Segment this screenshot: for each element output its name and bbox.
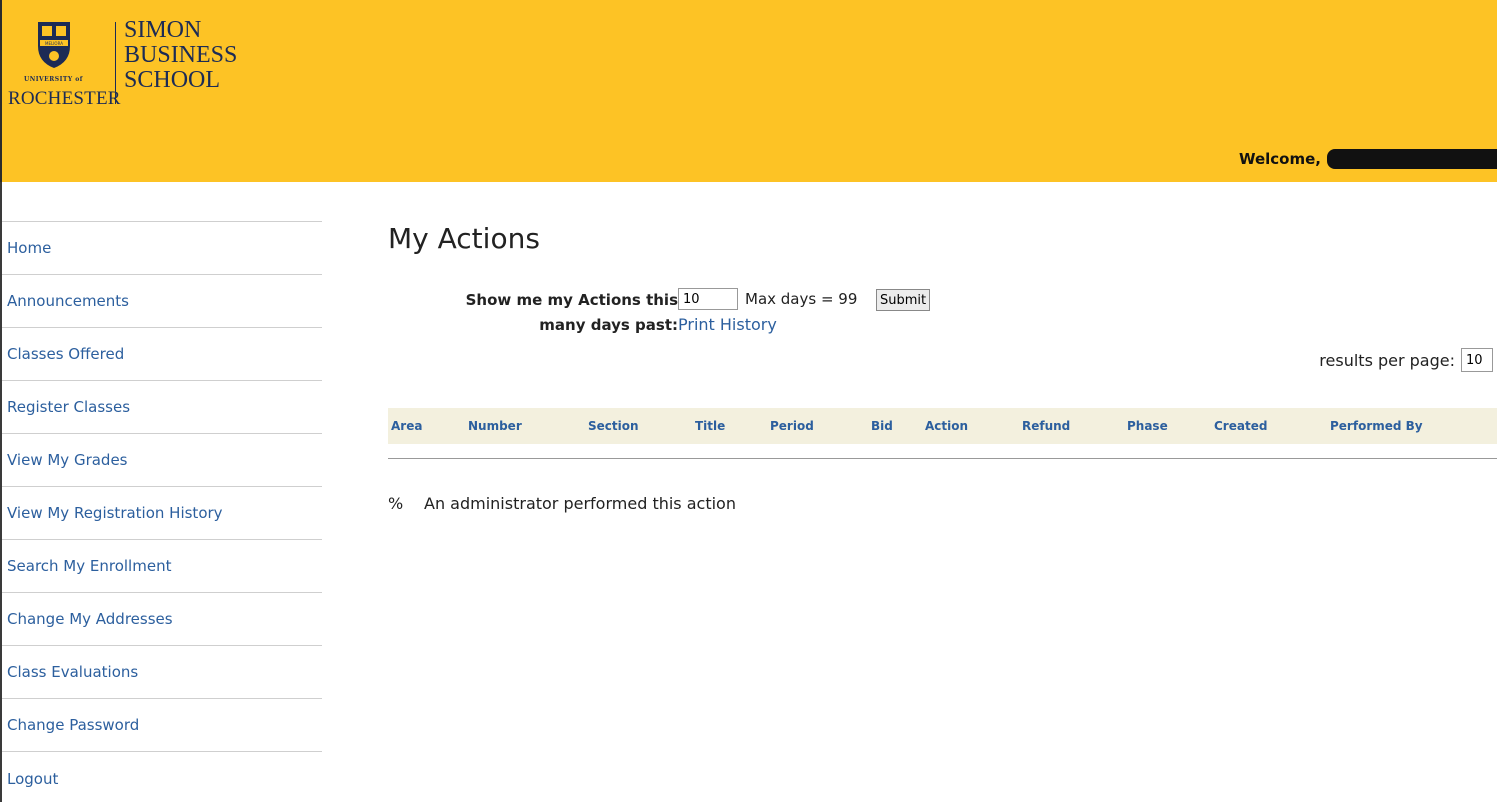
- sidebar-link-search-enrollment[interactable]: Search My Enrollment: [7, 557, 171, 575]
- logo-seal-block: MELIORA UNIVERSITY of ROCHESTER: [8, 18, 120, 109]
- days-input[interactable]: [678, 288, 738, 310]
- logo-school-name: SIMON BUSINESS SCHOOL: [124, 18, 237, 93]
- svg-text:MELIORA: MELIORA: [45, 41, 63, 46]
- sidebar-item-search-enrollment: Search My Enrollment: [2, 540, 322, 593]
- days-filter-label-line2: many days past:: [539, 316, 678, 334]
- welcome-label: Welcome,: [1238, 150, 1321, 168]
- column-header-created[interactable]: Created: [1214, 419, 1267, 433]
- welcome-banner: Welcome,: [1239, 146, 1497, 172]
- sidebar: Home Announcements Classes Offered Regis…: [0, 182, 322, 802]
- sidebar-link-change-password[interactable]: Change Password: [7, 716, 139, 734]
- sidebar-link-registration-history[interactable]: View My Registration History: [7, 504, 223, 522]
- sidebar-link-view-my-grades[interactable]: View My Grades: [7, 451, 128, 469]
- results-per-page-input[interactable]: [1461, 348, 1493, 372]
- logo-divider: [115, 22, 116, 104]
- sidebar-link-class-evaluations[interactable]: Class Evaluations: [7, 663, 138, 681]
- sidebar-item-view-my-grades: View My Grades: [2, 434, 322, 487]
- logo-line-business: BUSINESS: [124, 42, 238, 68]
- sidebar-link-logout[interactable]: Logout: [7, 770, 58, 788]
- submit-button[interactable]: Submit: [876, 289, 931, 311]
- sidebar-item-change-password: Change Password: [2, 699, 322, 752]
- page-title: My Actions: [388, 222, 540, 255]
- university-seal-icon: MELIORA: [38, 22, 70, 68]
- sidebar-item-class-evaluations: Class Evaluations: [2, 646, 322, 699]
- logo-university-small: UNIVERSITY of: [24, 76, 83, 83]
- max-days-note: Max days = 99: [745, 290, 858, 308]
- column-header-performed-by[interactable]: Performed By: [1330, 419, 1423, 433]
- logo-line-simon: SIMON: [124, 17, 202, 43]
- sidebar-item-registration-history: View My Registration History: [2, 487, 322, 540]
- logo-line-school: SCHOOL: [124, 67, 221, 93]
- sidebar-item-change-addresses: Change My Addresses: [2, 593, 322, 646]
- print-history-link[interactable]: Print History: [678, 315, 777, 334]
- results-per-page: results per page:: [1319, 348, 1493, 372]
- column-header-refund[interactable]: Refund: [1022, 419, 1070, 433]
- days-filter-label: Show me my Actions this many days past:: [432, 288, 678, 338]
- column-header-area[interactable]: Area: [391, 419, 422, 433]
- results-per-page-label: results per page:: [1319, 350, 1455, 370]
- column-header-phase[interactable]: Phase: [1127, 419, 1168, 433]
- sidebar-item-announcements: Announcements: [2, 275, 322, 328]
- logo-university: ROCHESTER: [8, 88, 121, 109]
- days-filter-label-line1: Show me my Actions this: [465, 291, 678, 309]
- sidebar-nav: Home Announcements Classes Offered Regis…: [2, 221, 322, 805]
- redacted-username: [1327, 149, 1497, 169]
- legend-text: An administrator performed this action: [424, 494, 736, 513]
- admin-action-legend: % An administrator performed this action: [388, 494, 736, 513]
- sidebar-link-register-classes[interactable]: Register Classes: [7, 398, 130, 416]
- sidebar-item-logout: Logout: [2, 752, 322, 805]
- sidebar-item-classes-offered: Classes Offered: [2, 328, 322, 381]
- sidebar-link-classes-offered[interactable]: Classes Offered: [7, 345, 124, 363]
- sidebar-link-announcements[interactable]: Announcements: [7, 292, 129, 310]
- sidebar-link-home[interactable]: Home: [7, 239, 51, 257]
- column-header-title[interactable]: Title: [695, 419, 725, 433]
- column-header-section[interactable]: Section: [588, 419, 639, 433]
- sidebar-item-home: Home: [2, 222, 322, 275]
- column-header-number[interactable]: Number: [468, 419, 522, 433]
- main-content: My Actions Show me my Actions this many …: [388, 182, 1497, 802]
- table-divider: [388, 458, 1497, 459]
- site-header: MELIORA UNIVERSITY of ROCHESTER SIMON BU…: [0, 0, 1497, 182]
- column-header-bid[interactable]: Bid: [871, 419, 893, 433]
- sidebar-link-change-addresses[interactable]: Change My Addresses: [7, 610, 173, 628]
- column-header-period[interactable]: Period: [770, 419, 814, 433]
- legend-symbol: %: [388, 494, 404, 513]
- actions-table-header: Area Number Section Title Period Bid Act…: [388, 408, 1497, 444]
- column-header-action[interactable]: Action: [925, 419, 968, 433]
- sidebar-item-register-classes: Register Classes: [2, 381, 322, 434]
